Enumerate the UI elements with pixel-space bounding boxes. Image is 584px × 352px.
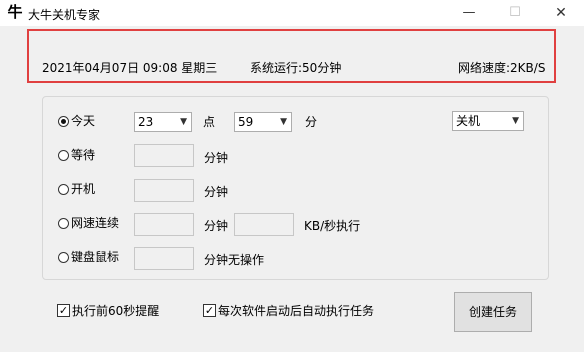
app-icon: 牛: [7, 3, 23, 21]
radio-label: 开机: [71, 182, 96, 196]
radio-label: 等待: [71, 148, 96, 162]
netspeed-unit-label: 分钟: [204, 219, 229, 233]
checkbox-label: 执行前60秒提醒: [72, 303, 160, 318]
radio-button[interactable]: [58, 183, 69, 195]
chevron-down-icon: ▼: [280, 117, 287, 127]
netspeed-speed-unit-label: KB/秒执行: [304, 219, 361, 233]
status-info-bar: 2021年04月07日 09:08 星期三 系统运行:50分钟 网络速度:2KB…: [27, 29, 556, 83]
chevron-down-icon: ▼: [512, 116, 519, 126]
minimize-button[interactable]: —: [446, 0, 492, 26]
radio-button[interactable]: [58, 115, 69, 127]
radio-label: 网速连续: [71, 216, 120, 230]
hour-unit-label: 点: [203, 115, 216, 129]
hour-value: 23: [138, 115, 154, 129]
maximize-button[interactable]: ☐: [492, 0, 538, 26]
checkmark-icon[interactable]: ✓: [57, 303, 70, 317]
radio-label: 今天: [71, 114, 96, 128]
boot-minutes-input[interactable]: [134, 179, 194, 202]
radio-idle[interactable]: 键盘鼠标: [58, 250, 119, 264]
checkmark-icon[interactable]: ✓: [203, 303, 216, 317]
current-datetime: 2021年04月07日 09:08 星期三: [42, 61, 218, 75]
action-value: 关机: [456, 114, 481, 128]
radio-wait[interactable]: 等待: [58, 148, 95, 162]
hour-select[interactable]: 23 ▼: [134, 112, 192, 132]
netspeed-kbps-input[interactable]: [234, 213, 294, 236]
action-select[interactable]: 关机 ▼: [452, 111, 524, 131]
radio-button[interactable]: [58, 149, 69, 161]
minute-select[interactable]: 59 ▼: [234, 112, 292, 132]
netspeed-minutes-input[interactable]: [134, 213, 194, 236]
radio-label: 键盘鼠标: [71, 250, 120, 264]
idle-unit-label: 分钟无操作: [204, 253, 265, 267]
autorun-checkbox[interactable]: ✓ 每次软件启动后自动执行任务: [203, 303, 375, 318]
radio-button[interactable]: [58, 251, 69, 263]
idle-minutes-input[interactable]: [134, 247, 194, 270]
wait-unit-label: 分钟: [204, 151, 229, 165]
system-uptime: 系统运行:50分钟: [250, 61, 342, 75]
network-speed: 网络速度:2KB/S: [458, 61, 546, 75]
minute-unit-label: 分: [305, 115, 318, 129]
window-title: 大牛关机专家: [28, 8, 101, 22]
checkbox-label: 每次软件启动后自动执行任务: [218, 303, 375, 318]
title-bar: 牛 大牛关机专家 — ☐ ✕: [0, 0, 584, 26]
create-task-button[interactable]: 创建任务: [454, 292, 532, 332]
wait-minutes-input[interactable]: [134, 144, 194, 167]
radio-button[interactable]: [58, 217, 69, 229]
remind-checkbox[interactable]: ✓ 执行前60秒提醒: [57, 303, 160, 318]
chevron-down-icon: ▼: [180, 117, 187, 127]
close-button[interactable]: ✕: [538, 0, 584, 26]
boot-unit-label: 分钟: [204, 185, 229, 199]
minute-value: 59: [238, 115, 254, 129]
radio-today[interactable]: 今天: [58, 114, 95, 128]
radio-netspeed[interactable]: 网速连续: [58, 216, 119, 230]
radio-boot[interactable]: 开机: [58, 182, 95, 196]
